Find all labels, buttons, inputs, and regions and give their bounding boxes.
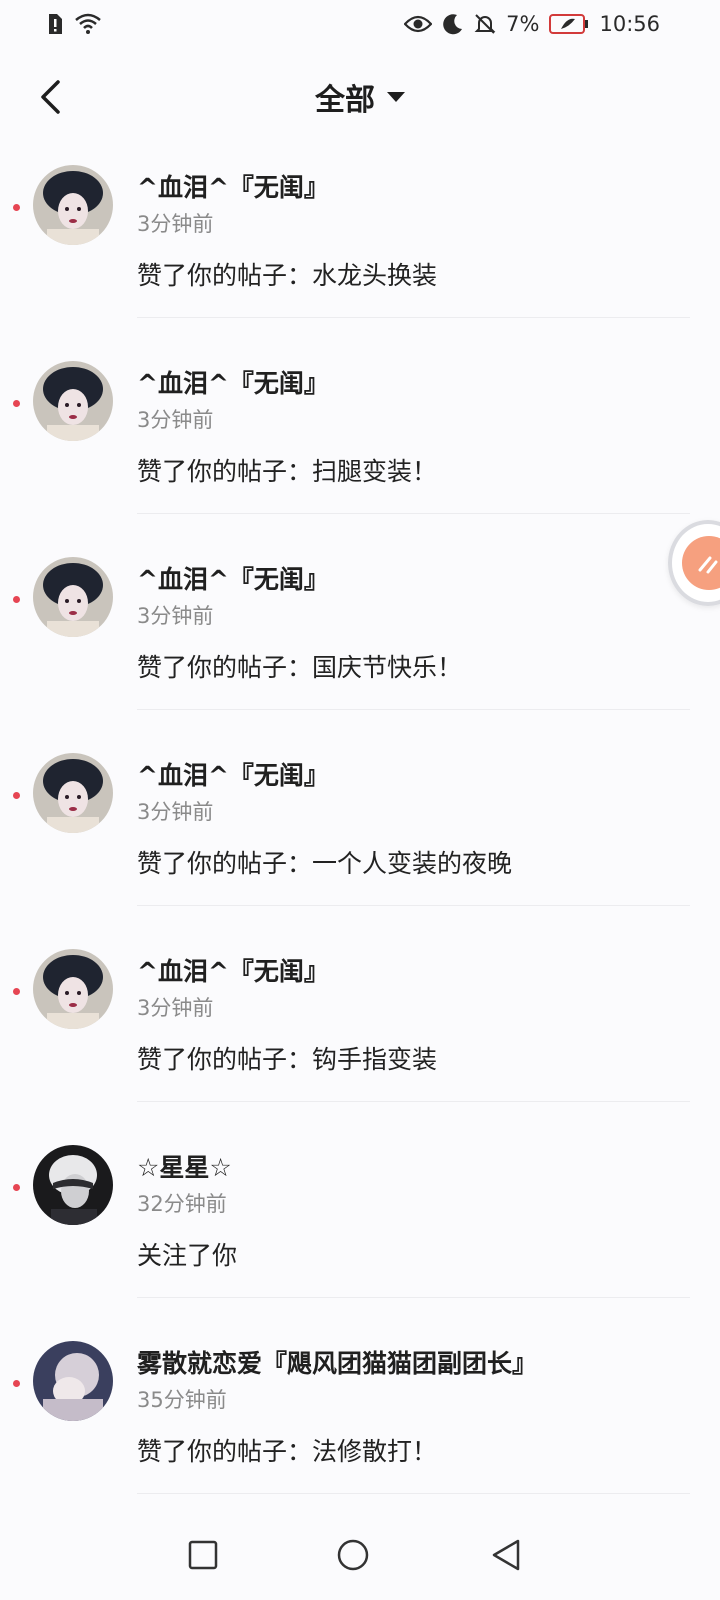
notification-text: 关注了你 <box>137 1241 238 1270</box>
timestamp: 3分钟前 <box>137 408 214 432</box>
timestamp: 3分钟前 <box>137 996 214 1020</box>
user-name[interactable]: ^血泪^『无闺』 <box>137 952 329 988</box>
divider <box>137 1297 690 1298</box>
header: 全部 <box>0 60 720 140</box>
notification-text: 赞了你的帖子：国庆节快乐！ <box>137 653 463 682</box>
user-name[interactable]: ^血泪^『无闺』 <box>137 756 329 792</box>
notification-item[interactable]: ^血泪^『无闺』 3分钟前 赞了你的帖子：国庆节快乐！ <box>0 542 720 738</box>
status-right: 7% 10:56 <box>404 10 660 38</box>
notification-item[interactable]: ^血泪^『无闺』 3分钟前 赞了你的帖子：一个人变装的夜晚 <box>0 738 720 934</box>
avatar[interactable] <box>33 165 113 245</box>
back-nav-button[interactable] <box>482 1531 530 1579</box>
page-title: 全部 <box>315 83 375 118</box>
notification-text: 赞了你的帖子：钩手指变装 <box>137 1045 438 1074</box>
unread-dot <box>13 1184 20 1191</box>
notification-text: 赞了你的帖子：法修散打！ <box>137 1437 438 1466</box>
wifi-icon <box>74 10 102 38</box>
unread-dot <box>13 988 20 995</box>
avatar[interactable] <box>33 949 113 1029</box>
status-left <box>46 10 102 38</box>
notification-item[interactable]: 雾散就恋爱『飓风团猫猫团副团长』 35分钟前 赞了你的帖子：法修散打！ <box>0 1326 720 1522</box>
user-name[interactable]: ^血泪^『无闺』 <box>137 168 329 204</box>
divider <box>137 513 690 514</box>
avatar[interactable] <box>33 361 113 441</box>
caret-down-icon <box>387 92 405 102</box>
user-name[interactable]: ☆星星☆ <box>137 1148 232 1184</box>
system-nav-bar <box>0 1515 720 1600</box>
battery-icon <box>549 10 589 38</box>
notification-text: 赞了你的帖子：水龙头换装 <box>137 261 438 290</box>
notification-item[interactable]: ☆星星☆ 32分钟前 关注了你 <box>0 1130 720 1326</box>
eye-icon <box>404 10 433 38</box>
user-name[interactable]: ^血泪^『无闺』 <box>137 364 329 400</box>
timestamp: 3分钟前 <box>137 212 214 236</box>
timestamp: 35分钟前 <box>137 1388 227 1412</box>
divider <box>137 709 690 710</box>
notification-item[interactable]: ^血泪^『无闺』 3分钟前 赞了你的帖子：水龙头换装 <box>0 150 720 346</box>
status-bar: 7% 10:56 <box>0 0 720 50</box>
timestamp: 3分钟前 <box>137 604 214 628</box>
square-icon <box>188 1540 218 1570</box>
timestamp: 3分钟前 <box>137 800 214 824</box>
unread-dot <box>13 792 20 799</box>
timestamp: 32分钟前 <box>137 1192 227 1216</box>
alert-sim-icon <box>46 10 64 38</box>
notification-text: 赞了你的帖子：一个人变装的夜晚 <box>137 849 513 878</box>
home-button[interactable] <box>329 1531 377 1579</box>
unread-dot <box>13 400 20 407</box>
moon-icon <box>442 10 464 38</box>
divider <box>137 1101 690 1102</box>
notification-text: 赞了你的帖子：扫腿变装！ <box>137 457 438 486</box>
unread-dot <box>13 204 20 211</box>
avatar[interactable] <box>33 1145 113 1225</box>
recents-button[interactable] <box>179 1531 227 1579</box>
filter-dropdown[interactable]: 全部 <box>0 75 720 119</box>
divider <box>137 905 690 906</box>
circle-icon <box>337 1539 369 1571</box>
battery-percent: 7% <box>506 12 540 36</box>
unread-dot <box>13 596 20 603</box>
divider <box>137 317 690 318</box>
clock: 10:56 <box>599 12 660 36</box>
triangle-back-icon <box>492 1539 520 1571</box>
user-name[interactable]: 雾散就恋爱『飓风团猫猫团副团长』 <box>137 1344 537 1380</box>
notification-list: ^血泪^『无闺』 3分钟前 赞了你的帖子：水龙头换装 ^血泪^『无闺』 3分钟前… <box>0 150 720 1522</box>
divider <box>137 1493 690 1494</box>
notification-item[interactable]: ^血泪^『无闺』 3分钟前 赞了你的帖子：扫腿变装！ <box>0 346 720 542</box>
notification-item[interactable]: ^血泪^『无闺』 3分钟前 赞了你的帖子：钩手指变装 <box>0 934 720 1130</box>
avatar[interactable] <box>33 1341 113 1421</box>
bell-off-icon <box>474 10 496 38</box>
user-name[interactable]: ^血泪^『无闺』 <box>137 560 329 596</box>
avatar[interactable] <box>33 557 113 637</box>
unread-dot <box>13 1380 20 1387</box>
floating-button-icon <box>682 536 720 590</box>
avatar[interactable] <box>33 753 113 833</box>
